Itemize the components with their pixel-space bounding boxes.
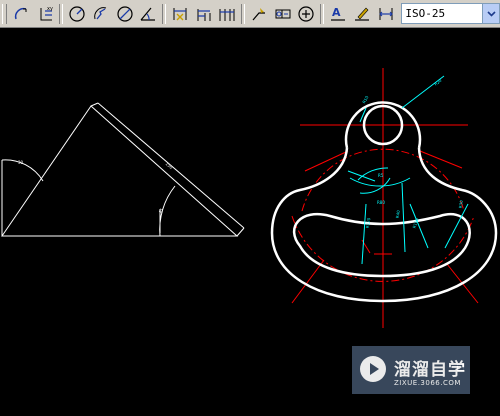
dim-edit-icon[interactable]: A <box>327 3 349 25</box>
chevron-down-icon[interactable] <box>482 4 500 23</box>
dim-jogged-icon[interactable] <box>90 3 112 25</box>
dim-continue-icon[interactable] <box>217 3 239 25</box>
svg-text:R10: R10 <box>361 95 369 105</box>
dim-style-select[interactable]: ISO-25 <box>401 3 500 24</box>
tolerance-icon[interactable] <box>272 3 294 25</box>
svg-text:R100: R100 <box>411 217 419 229</box>
dim-style-value: ISO-25 <box>405 7 446 20</box>
svg-text:R40: R40 <box>395 209 401 218</box>
triangle-dim-labels: 30 150 45 <box>18 160 174 214</box>
svg-text:R5: R5 <box>378 173 384 178</box>
part-dimensions <box>347 75 469 265</box>
svg-text:150: 150 <box>165 161 174 170</box>
watermark: 溜溜自学 ZIXUE.3066.COM <box>352 346 470 394</box>
dimension-toolbar: xy A ISO-25 <box>0 0 500 28</box>
dim-text-edit-icon[interactable] <box>351 3 373 25</box>
dim-baseline-icon[interactable] <box>193 3 215 25</box>
quick-leader-icon[interactable] <box>248 3 270 25</box>
dim-arc-length-icon[interactable] <box>11 3 33 25</box>
triangle-drawing <box>1 102 245 237</box>
svg-text:R20: R20 <box>433 78 443 87</box>
svg-text:R120: R120 <box>365 217 372 229</box>
toolbar-separator <box>241 3 246 24</box>
svg-text:R80: R80 <box>377 200 385 205</box>
center-mark-icon[interactable] <box>296 3 318 25</box>
svg-text:30: 30 <box>18 160 24 165</box>
dim-ordinate-icon[interactable]: xy <box>35 3 57 25</box>
toolbar-separator <box>320 3 325 24</box>
dim-update-icon[interactable] <box>375 3 397 25</box>
toolbar-grip[interactable] <box>2 3 7 24</box>
toolbar-separator <box>59 3 64 24</box>
toolbar-separator <box>162 3 167 24</box>
svg-text:A: A <box>332 6 341 19</box>
play-icon <box>360 356 386 382</box>
dim-angular-icon[interactable] <box>137 3 159 25</box>
svg-text:xy: xy <box>47 6 53 12</box>
dim-radius-icon[interactable] <box>66 3 88 25</box>
watermark-url: ZIXUE.3066.COM <box>394 379 461 387</box>
watermark-title: 溜溜自学 <box>394 360 466 380</box>
dim-diameter-icon[interactable] <box>114 3 136 25</box>
quick-dim-icon[interactable] <box>169 3 191 25</box>
